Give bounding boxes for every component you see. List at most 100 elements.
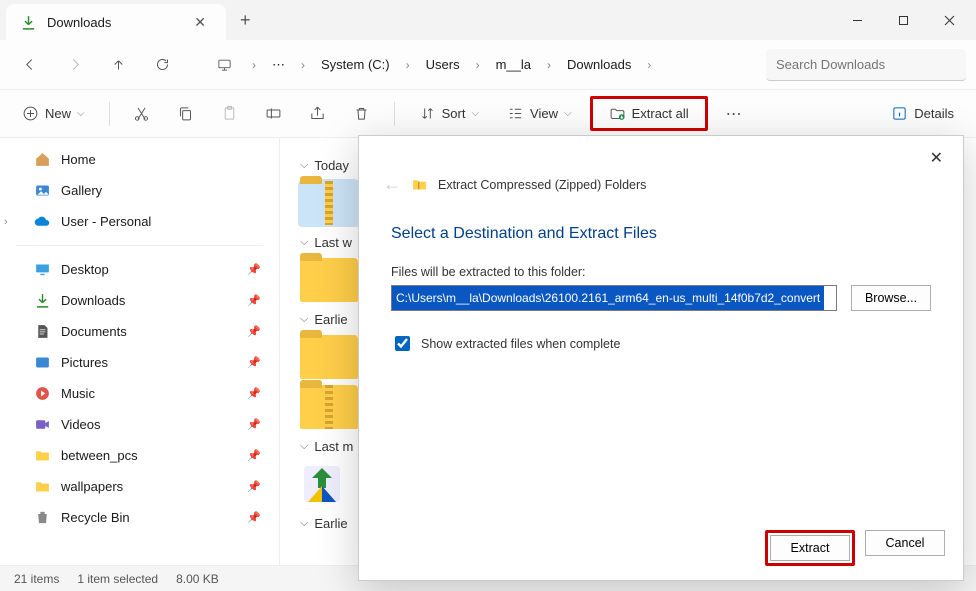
sidebar-item-music[interactable]: Music 📌 — [0, 378, 279, 409]
pictures-icon — [34, 354, 51, 371]
file-installer[interactable] — [300, 462, 344, 506]
sidebar-item-recycle-bin[interactable]: Recycle Bin 📌 — [0, 502, 279, 533]
sort-label: Sort — [442, 106, 466, 121]
sidebar-item-downloads[interactable]: Downloads 📌 — [0, 285, 279, 316]
maximize-button[interactable] — [880, 0, 926, 40]
sidebar-item-label: Downloads — [61, 293, 125, 308]
dialog-close-button[interactable]: ✕ — [920, 142, 953, 174]
dialog-folder-label: Files will be extracted to this folder: — [391, 265, 931, 279]
sidebar-item-label: Recycle Bin — [61, 510, 130, 525]
pin-icon: 📌 — [247, 294, 261, 307]
chevron-down-icon: ⌵ — [300, 159, 308, 172]
destination-path-input[interactable]: C:\Users\m__la\Downloads\26100.2161_arm6… — [391, 285, 837, 311]
browse-button[interactable]: Browse... — [851, 285, 931, 311]
view-button[interactable]: View ⌵ — [497, 99, 582, 128]
new-tab-button[interactable]: + — [226, 10, 265, 31]
breadcrumb-user[interactable]: m__la — [488, 53, 539, 76]
chevron-right-icon: › — [297, 58, 309, 72]
view-label: View — [530, 106, 558, 121]
cut-button[interactable] — [124, 99, 160, 128]
music-icon — [34, 385, 51, 402]
new-button[interactable]: New ⌵ — [12, 99, 95, 128]
sidebar-item-label: Documents — [61, 324, 127, 339]
details-button[interactable]: Details — [881, 99, 964, 128]
extract-button[interactable]: Extract — [770, 535, 850, 561]
sidebar-item-between-pcs[interactable]: between_pcs 📌 — [0, 440, 279, 471]
sidebar-item-home[interactable]: Home — [0, 144, 279, 175]
documents-icon — [34, 323, 51, 340]
chevron-right-icon: › — [472, 58, 484, 72]
home-icon — [34, 151, 51, 168]
forward-button[interactable] — [54, 47, 94, 83]
sidebar-item-user-personal[interactable]: › User - Personal — [0, 206, 279, 237]
sort-button[interactable]: Sort ⌵ — [409, 99, 489, 128]
tab-title: Downloads — [47, 15, 178, 30]
paste-button[interactable] — [212, 99, 248, 128]
cancel-button[interactable]: Cancel — [865, 530, 945, 556]
extract-all-label: Extract all — [632, 106, 689, 121]
breadcrumb-overflow[interactable]: ⋯ — [264, 53, 293, 77]
status-selected: 1 item selected — [77, 572, 158, 586]
pin-icon: 📌 — [247, 325, 261, 338]
folder-icon — [34, 478, 51, 495]
window-tab[interactable]: Downloads ✕ — [6, 4, 226, 40]
details-label: Details — [914, 106, 954, 121]
show-extracted-checkbox[interactable] — [395, 336, 410, 351]
pc-icon[interactable] — [204, 47, 244, 83]
pin-icon: 📌 — [247, 356, 261, 369]
breadcrumb-system[interactable]: System (C:) — [313, 53, 398, 76]
file-folder[interactable] — [300, 258, 358, 302]
rename-button[interactable] — [256, 99, 292, 128]
new-label: New — [45, 106, 71, 121]
delete-button[interactable] — [344, 99, 380, 128]
file-zip-selected[interactable] — [300, 181, 358, 225]
back-button[interactable] — [10, 47, 50, 83]
dialog-header: ← Extract Compressed (Zipped) Folders — [359, 136, 963, 201]
pin-icon: 📌 — [247, 263, 261, 276]
search-input[interactable] — [766, 49, 966, 81]
dialog-title: Extract Compressed (Zipped) Folders — [438, 178, 646, 192]
downloads-icon — [34, 292, 51, 309]
sidebar-item-pictures[interactable]: Pictures 📌 — [0, 347, 279, 378]
chevron-right-icon: › — [643, 58, 655, 72]
file-folder[interactable] — [300, 335, 358, 379]
minimize-button[interactable] — [834, 0, 880, 40]
dialog-heading: Select a Destination and Extract Files — [391, 225, 931, 243]
chevron-right-icon: › — [4, 216, 8, 228]
chevron-down-icon: ⌵ — [300, 517, 308, 530]
dialog-body: Select a Destination and Extract Files F… — [359, 201, 963, 516]
sidebar-item-desktop[interactable]: Desktop 📌 — [0, 254, 279, 285]
chevron-down-icon: ⌵ — [564, 108, 572, 119]
sidebar-item-wallpapers[interactable]: wallpapers 📌 — [0, 471, 279, 502]
status-size: 8.00 KB — [176, 572, 219, 586]
more-button[interactable]: ⋯ — [716, 98, 752, 130]
pin-icon: 📌 — [247, 480, 261, 493]
extract-all-button[interactable]: Extract all — [590, 96, 708, 131]
sidebar-item-gallery[interactable]: Gallery — [0, 175, 279, 206]
chevron-down-icon: ⌵ — [77, 108, 85, 119]
up-button[interactable] — [98, 47, 138, 83]
separator — [109, 102, 110, 126]
show-extracted-checkbox-row[interactable]: Show extracted files when complete — [391, 333, 931, 354]
close-button[interactable] — [926, 0, 972, 40]
extract-button-highlight: Extract — [765, 530, 855, 566]
destination-path-value: C:\Users\m__la\Downloads\26100.2161_arm6… — [392, 286, 824, 310]
sidebar-item-label: User - Personal — [61, 214, 151, 229]
share-button[interactable] — [300, 99, 336, 128]
breadcrumb-users[interactable]: Users — [418, 53, 468, 76]
sidebar-item-videos[interactable]: Videos 📌 — [0, 409, 279, 440]
copy-button[interactable] — [168, 99, 204, 128]
sidebar-item-documents[interactable]: Documents 📌 — [0, 316, 279, 347]
dialog-footer: Extract Cancel — [359, 516, 963, 580]
dialog-back-button[interactable]: ← — [383, 174, 401, 195]
refresh-button[interactable] — [142, 47, 182, 83]
pin-icon: 📌 — [247, 418, 261, 431]
file-zip[interactable] — [300, 385, 358, 429]
desktop-icon — [34, 261, 51, 278]
cloud-icon — [34, 213, 51, 230]
chevron-right-icon: › — [543, 58, 555, 72]
tab-close-icon[interactable]: ✕ — [188, 12, 212, 33]
breadcrumb-downloads[interactable]: Downloads — [559, 53, 639, 76]
pin-icon: 📌 — [247, 511, 261, 524]
recycle-bin-icon — [34, 509, 51, 526]
